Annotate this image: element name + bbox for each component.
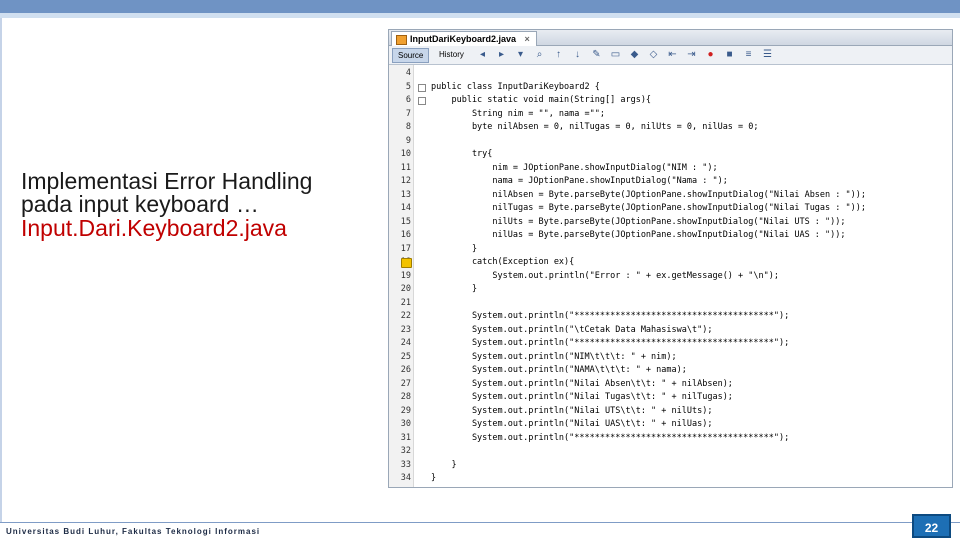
- code-line[interactable]: String nim = "", nama ="";: [431, 108, 605, 122]
- line-number: 14: [400, 203, 411, 213]
- code-line[interactable]: nilAbsen = Byte.parseByte(JOptionPane.sh…: [431, 189, 866, 203]
- back-icon[interactable]: ◂: [477, 49, 488, 60]
- code-line[interactable]: }: [431, 472, 436, 486]
- code-line[interactable]: public class InputDariKeyboard2 {: [431, 81, 600, 95]
- code-line[interactable]: System.out.println("********************…: [431, 310, 789, 324]
- line-number: 30: [400, 419, 411, 429]
- code-line[interactable]: }: [431, 459, 456, 473]
- code-line[interactable]: nilUts = Byte.parseByte(JOptionPane.show…: [431, 216, 845, 230]
- source-mode-button[interactable]: Source: [392, 48, 430, 63]
- shift-left-icon[interactable]: ⇤: [667, 49, 678, 60]
- find-next-icon[interactable]: ↓: [572, 49, 583, 60]
- dropdown-icon[interactable]: ▾: [515, 49, 526, 60]
- line-number: 26: [400, 365, 411, 375]
- slide-title-line2: pada input keyboard …: [21, 191, 259, 217]
- code-line[interactable]: System.out.println("********************…: [431, 432, 789, 446]
- code-line[interactable]: nilUas = Byte.parseByte(JOptionPane.show…: [431, 229, 845, 243]
- line-number: 34: [400, 473, 411, 483]
- code-line[interactable]: System.out.println("NIM\t\t\t: " + nim);: [431, 351, 677, 365]
- page-number-badge: 22: [912, 514, 951, 538]
- ide-tab-bar: InputDariKeyboard2.java ×: [389, 30, 952, 46]
- fold-toggle-icon[interactable]: [418, 97, 426, 105]
- line-number: 6: [405, 95, 411, 105]
- code-line[interactable]: nim = JOptionPane.showInputDialog("NIM :…: [431, 162, 717, 176]
- code-line[interactable]: System.out.println("NAMA\t\t\t: " + nama…: [431, 364, 687, 378]
- uncomment-icon[interactable]: ◇: [648, 49, 659, 60]
- line-number: 12: [400, 176, 411, 186]
- macro-record-icon[interactable]: ●: [705, 49, 716, 60]
- line-number: 22: [400, 311, 411, 321]
- warning-icon[interactable]: [401, 258, 412, 268]
- ide-toolbar: Source History ◂ ▸ ▾ ⌕ ↑ ↓ ✎ ▭ ◆ ◇ ⇤ ⇥ ● ■ ≡ ☰: [389, 46, 952, 65]
- line-number: 20: [400, 284, 411, 294]
- line-number: 5: [405, 81, 411, 92]
- slide-top-bar: [0, 0, 960, 13]
- code-line[interactable]: System.out.println("Nilai Absen\t\t: " +…: [431, 378, 733, 392]
- line-number: 31: [400, 432, 411, 443]
- code-line[interactable]: System.out.println("Nilai Tugas\t\t: " +…: [431, 391, 733, 405]
- line-number: 32: [400, 446, 411, 456]
- line-number: 8: [405, 122, 411, 132]
- line-number: 10: [400, 149, 411, 159]
- line-number: 4: [405, 68, 411, 78]
- comment-icon[interactable]: ◆: [629, 49, 640, 60]
- close-icon[interactable]: ×: [525, 34, 530, 44]
- line-number: 27: [400, 378, 411, 389]
- code-line[interactable]: System.out.println("********************…: [431, 337, 789, 351]
- fold-toggle-icon[interactable]: [418, 83, 426, 92]
- line-number: 33: [400, 459, 411, 470]
- ide-editor-window: InputDariKeyboard2.java × Source History…: [388, 29, 953, 488]
- line-number: 7: [405, 108, 411, 119]
- line-number: 9: [405, 135, 411, 146]
- footer-institution: Universitas Budi Luhur, Fakultas Teknolo…: [6, 527, 261, 536]
- line-number: 11: [400, 162, 411, 173]
- code-line[interactable]: catch(Exception ex){: [431, 256, 574, 270]
- slide-title-block: Implementasi Error Handling pada input k…: [21, 168, 361, 241]
- code-line[interactable]: }: [431, 243, 477, 257]
- fold-column: [414, 65, 426, 487]
- history-mode-button[interactable]: History: [434, 48, 469, 61]
- code-line[interactable]: System.out.println("Error : " + ex.getMe…: [431, 270, 779, 284]
- line-number: 13: [400, 189, 411, 200]
- slide-left-rule: [0, 18, 2, 522]
- macro-stop-icon[interactable]: ■: [724, 49, 735, 60]
- code-line[interactable]: System.out.println("Nilai UTS\t\t: " + n…: [431, 405, 713, 419]
- code-line[interactable]: System.out.println("\tCetak Data Mahasis…: [431, 324, 713, 338]
- line-number: 19: [400, 270, 411, 281]
- line-number: 21: [400, 297, 411, 308]
- java-file-icon: [396, 35, 407, 45]
- code-line[interactable]: byte nilAbsen = 0, nilTugas = 0, nilUts …: [431, 121, 759, 135]
- code-line[interactable]: }: [431, 283, 477, 297]
- diff-icon[interactable]: ≡: [743, 49, 754, 60]
- line-number: 25: [400, 351, 411, 362]
- line-number: 23: [400, 324, 411, 335]
- code-line[interactable]: System.out.println("Nilai UAS\t\t: " + n…: [431, 418, 713, 432]
- footer-rule: [0, 522, 960, 523]
- slide-title-line1: Implementasi Error Handling: [21, 168, 313, 194]
- slide-top-accent: [0, 13, 960, 18]
- code-line[interactable]: try{: [431, 148, 492, 162]
- slide-file-name: Input.Dari.Keyboard2.java: [21, 215, 287, 241]
- line-number: 24: [400, 338, 411, 348]
- find-prev-icon[interactable]: ↑: [553, 49, 564, 60]
- code-line[interactable]: nilTugas = Byte.parseByte(JOptionPane.sh…: [431, 202, 866, 216]
- shift-right-icon[interactable]: ⇥: [686, 49, 697, 60]
- code-area[interactable]: 4 5 public class InputDariKeyboard2 { 6 pub…: [401, 65, 952, 487]
- editor-tab[interactable]: InputDariKeyboard2.java ×: [391, 31, 537, 46]
- line-number: 28: [400, 392, 411, 402]
- editor-tab-label: InputDariKeyboard2.java: [410, 34, 517, 44]
- toggle-highlight-icon[interactable]: ✎: [591, 49, 602, 60]
- find-icon[interactable]: ⌕: [534, 49, 545, 60]
- line-number: 17: [400, 243, 411, 254]
- code-line[interactable]: public static void main(String[] args){: [431, 94, 651, 108]
- code-line[interactable]: nama = JOptionPane.showInputDialog("Nama…: [431, 175, 727, 189]
- forward-icon[interactable]: ▸: [496, 49, 507, 60]
- menu-icon[interactable]: ☰: [762, 49, 773, 60]
- line-number: 15: [400, 216, 411, 227]
- line-number: 29: [400, 405, 411, 416]
- line-number: 16: [400, 230, 411, 240]
- select-icon[interactable]: ▭: [610, 49, 621, 60]
